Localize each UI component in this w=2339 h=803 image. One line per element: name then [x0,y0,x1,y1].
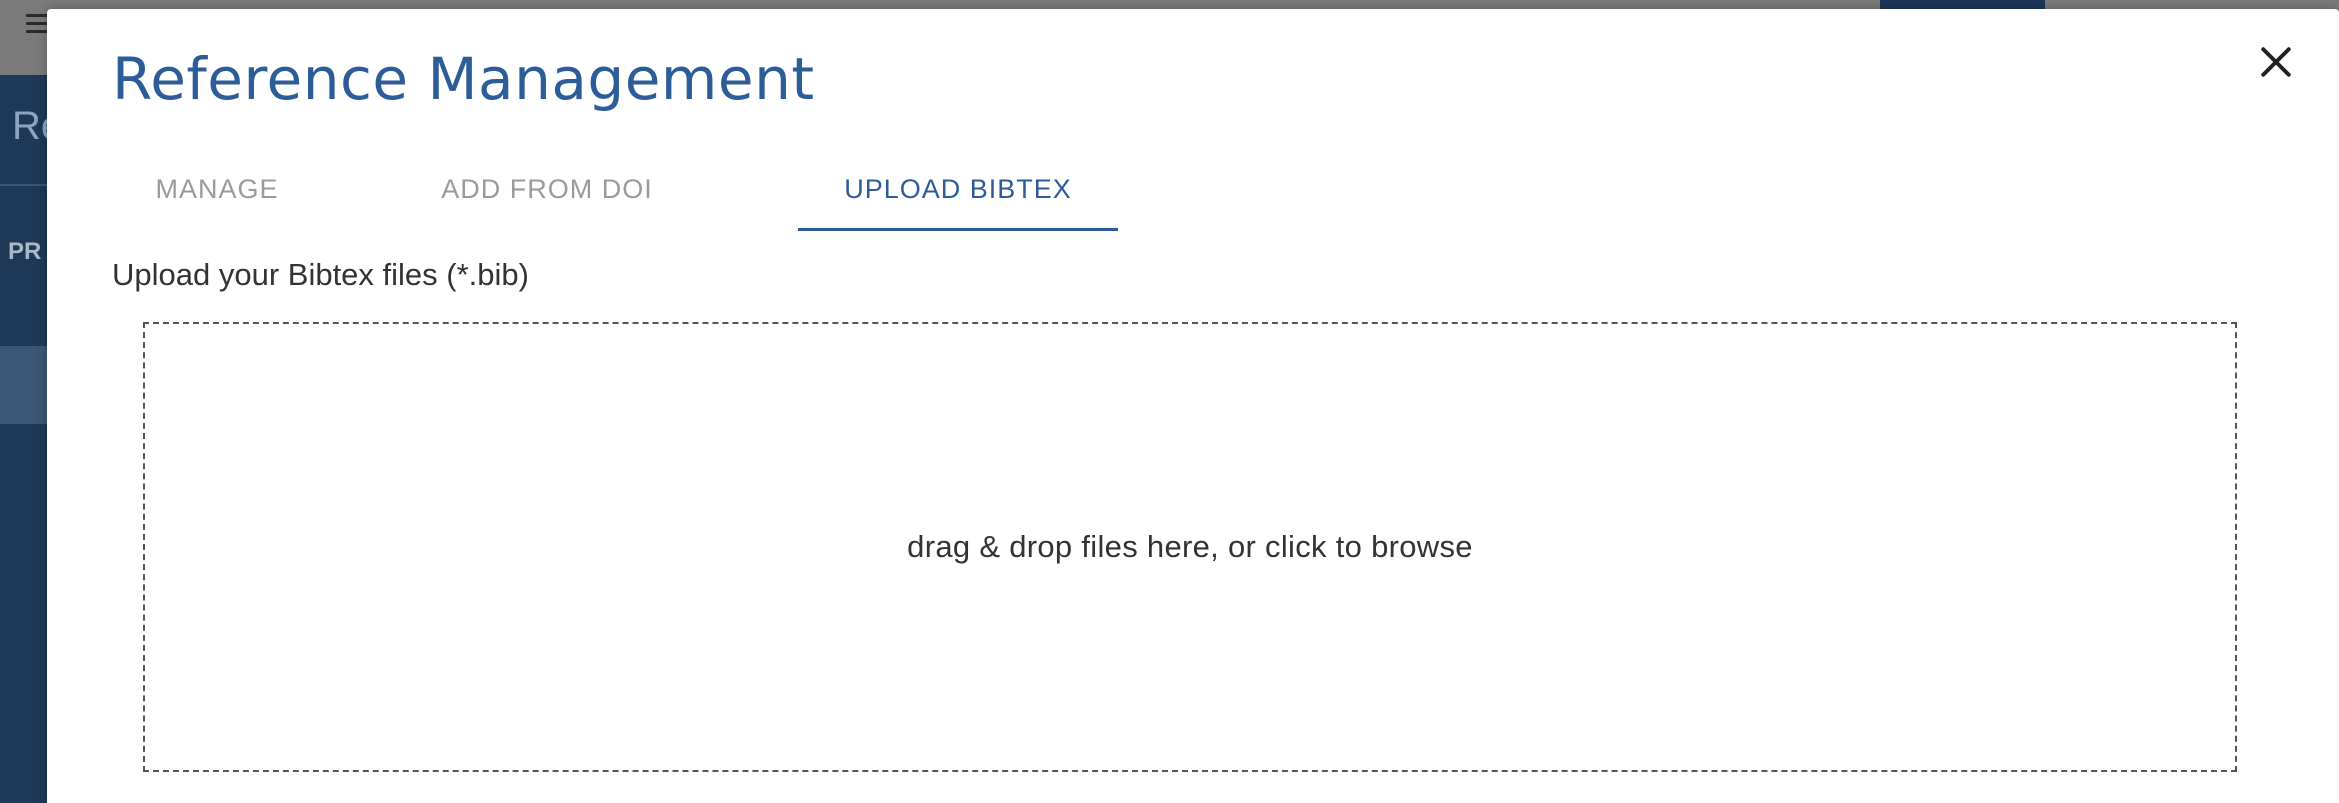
close-icon [2261,47,2291,77]
file-dropzone[interactable]: drag & drop files here, or click to brow… [143,322,2237,772]
reference-management-modal: Reference Management MANAGE ADD FROM DOI… [47,9,2339,803]
tab-add-from-doi[interactable]: ADD FROM DOI [432,149,662,229]
upload-instructions: Upload your Bibtex files (*.bib) [112,257,529,292]
modal-title: Reference Management [112,45,815,113]
tab-manage[interactable]: MANAGE [112,149,322,229]
tab-upload-bibtex[interactable]: UPLOAD BIBTEX [798,149,1118,231]
dropzone-text: drag & drop files here, or click to brow… [907,529,1473,564]
background-sidebar-section: PR [8,238,42,265]
close-button[interactable] [2250,36,2302,88]
